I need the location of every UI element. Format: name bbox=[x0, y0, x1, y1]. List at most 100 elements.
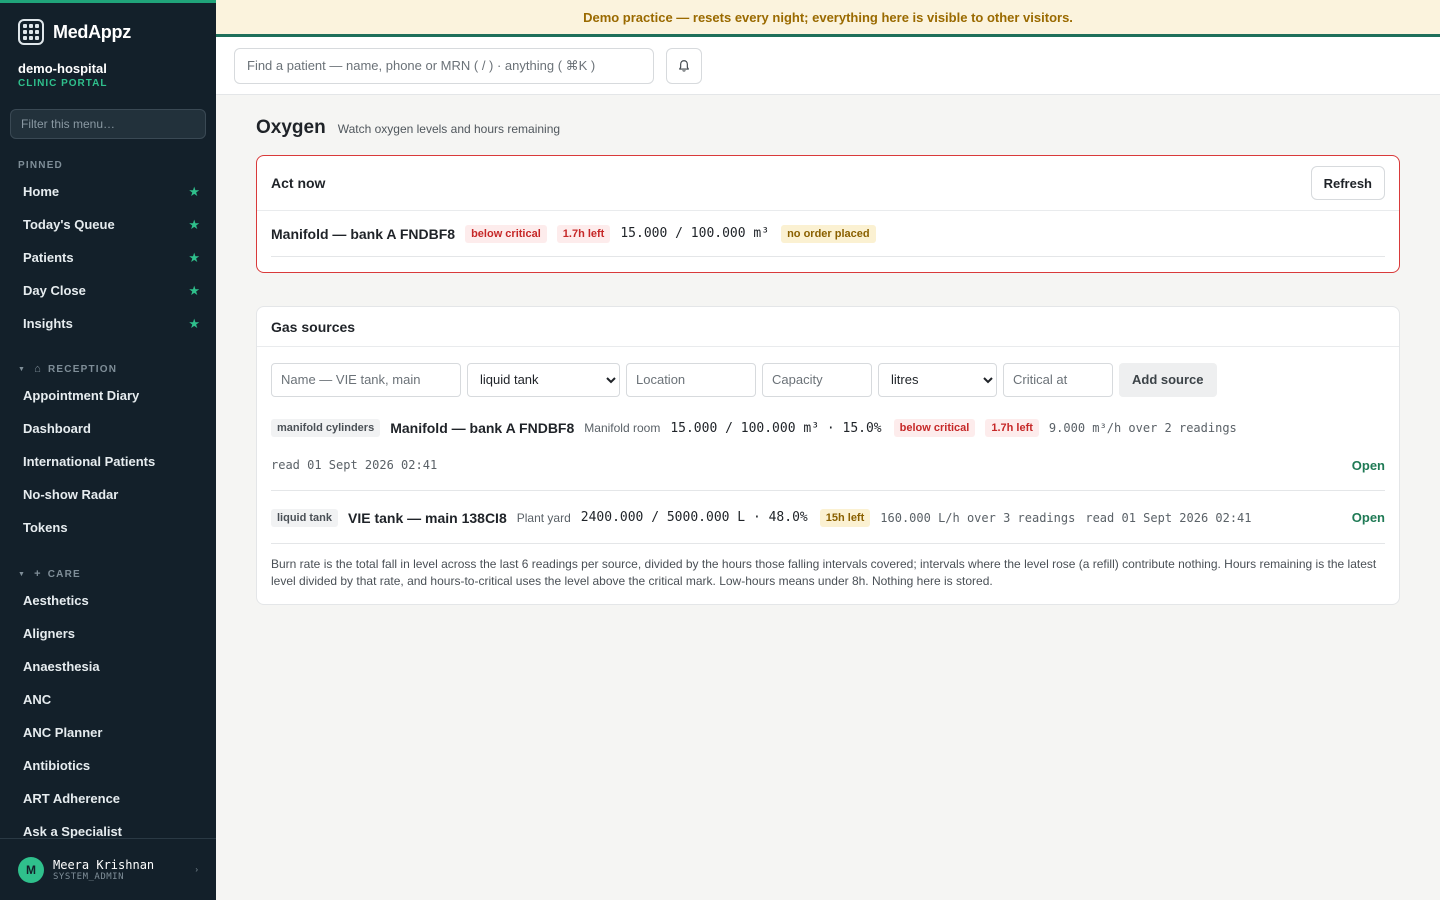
status-badge: below critical bbox=[465, 224, 547, 243]
care-section-toggle[interactable]: ▼ + CARE bbox=[0, 565, 216, 583]
location-input[interactable] bbox=[626, 362, 756, 397]
sidebar-item-anc-planner[interactable]: ANC Planner bbox=[0, 716, 216, 749]
reception-section: ▼ ⌂ RECEPTION Appointment Diary Dashboar… bbox=[0, 360, 216, 544]
app-logo-icon bbox=[18, 19, 44, 45]
care-section-title: CARE bbox=[47, 568, 81, 580]
sidebar-item-insights[interactable]: Insights ★ bbox=[0, 307, 216, 340]
source-name: Manifold — bank A FNDBF8 bbox=[390, 420, 575, 436]
source-row: liquid tank VIE tank — main 138CI8 Plant… bbox=[271, 491, 1385, 544]
unit-select[interactable]: litres bbox=[878, 362, 997, 397]
sidebar-item-anaesthesia[interactable]: Anaesthesia bbox=[0, 650, 216, 683]
notifications-button[interactable] bbox=[666, 47, 702, 84]
sidebar-item-appointment-diary[interactable]: Appointment Diary bbox=[0, 379, 216, 412]
refresh-button[interactable]: Refresh bbox=[1310, 166, 1385, 200]
pinned-section-title: PINNED bbox=[18, 159, 63, 171]
add-source-form: liquid tank litres Add source bbox=[257, 347, 1399, 397]
hours-left-badge: 15h left bbox=[819, 508, 871, 527]
caret-down-icon: ▼ bbox=[18, 570, 27, 578]
sidebar: MedAppz demo-hospital CLINIC PORTAL PINN… bbox=[0, 0, 216, 900]
order-status-badge: no order placed bbox=[781, 224, 876, 243]
add-source-button[interactable]: Add source bbox=[1119, 362, 1217, 397]
open-source-link[interactable]: Open bbox=[1352, 458, 1385, 473]
source-type-select[interactable]: liquid tank bbox=[467, 362, 620, 397]
burn-rate: 9.000 m³/h over 2 readings bbox=[1048, 421, 1237, 435]
star-icon[interactable]: ★ bbox=[188, 184, 200, 200]
sidebar-item-aesthetics[interactable]: Aesthetics bbox=[0, 584, 216, 617]
sidebar-item-label: Aligners bbox=[23, 626, 76, 641]
sidebar-item-day-close[interactable]: Day Close ★ bbox=[0, 274, 216, 307]
menu-filter-input[interactable] bbox=[10, 109, 206, 139]
hours-left-badge: 1.7h left bbox=[556, 224, 611, 243]
page-subtitle: Watch oxygen levels and hours remaining bbox=[337, 122, 561, 136]
sidebar-item-label: Insights bbox=[23, 316, 73, 331]
avatar: M bbox=[18, 856, 44, 883]
gas-sources-header: Gas sources bbox=[257, 307, 1399, 347]
star-icon[interactable]: ★ bbox=[188, 316, 200, 332]
star-icon[interactable]: ★ bbox=[188, 217, 200, 233]
reception-section-toggle[interactable]: ▼ ⌂ RECEPTION bbox=[0, 360, 216, 378]
sidebar-item-label: Ask a Specialist bbox=[23, 824, 122, 839]
source-location: Plant yard bbox=[516, 510, 571, 525]
sidebar-item-international-patients[interactable]: International Patients bbox=[0, 445, 216, 478]
source-row: manifold cylinders Manifold — bank A FND… bbox=[271, 397, 1385, 491]
capacity-input[interactable] bbox=[762, 362, 872, 397]
page-title: Oxygen bbox=[256, 117, 326, 138]
sidebar-item-todays-queue[interactable]: Today's Queue ★ bbox=[0, 208, 216, 241]
sidebar-item-anc[interactable]: ANC bbox=[0, 683, 216, 716]
bell-icon bbox=[679, 59, 689, 72]
burn-rate-note: Burn rate is the total fall in level acr… bbox=[271, 557, 1377, 588]
critical-at-input[interactable] bbox=[1003, 362, 1113, 397]
hours-left-badge: 1.7h left bbox=[985, 419, 1039, 437]
act-now-header: Act now Refresh bbox=[257, 156, 1399, 211]
source-type-badge: liquid tank bbox=[271, 508, 338, 527]
demo-banner-text: Demo practice — resets every night; ever… bbox=[583, 9, 1073, 25]
page-header: Oxygen Watch oxygen levels and hours rem… bbox=[256, 117, 1400, 139]
alert-source-name: Manifold — bank A FNDBF8 bbox=[271, 225, 456, 242]
star-icon[interactable]: ★ bbox=[188, 283, 200, 299]
sidebar-item-label: Antibiotics bbox=[23, 758, 91, 773]
sidebar-item-label: Day Close bbox=[23, 283, 86, 298]
brand-name: MedAppz bbox=[53, 21, 131, 42]
sidebar-item-label: ANC bbox=[23, 692, 52, 707]
alert-level: 15.000 / 100.000 m³ bbox=[620, 226, 770, 241]
gas-sources-title: Gas sources bbox=[271, 318, 356, 335]
user-menu[interactable]: M Meera Krishnan SYSTEM_ADMIN › bbox=[0, 838, 216, 900]
sidebar-item-dashboard[interactable]: Dashboard bbox=[0, 412, 216, 445]
caret-down-icon: ▼ bbox=[18, 365, 27, 373]
main-content: Oxygen Watch oxygen levels and hours rem… bbox=[256, 95, 1400, 605]
plus-icon: + bbox=[34, 568, 42, 580]
star-icon[interactable]: ★ bbox=[188, 250, 200, 266]
sidebar-item-aligners[interactable]: Aligners bbox=[0, 617, 216, 650]
sidebar-item-tokens[interactable]: Tokens bbox=[0, 511, 216, 544]
sidebar-item-label: Dashboard bbox=[23, 421, 91, 436]
sidebar-item-patients[interactable]: Patients ★ bbox=[0, 241, 216, 274]
sidebar-item-antibiotics[interactable]: Antibiotics bbox=[0, 749, 216, 782]
sidebar-item-label: Tokens bbox=[23, 520, 68, 535]
care-section: ▼ + CARE Aesthetics Aligners Anaesthesia… bbox=[0, 565, 216, 848]
sidebar-item-no-show-radar[interactable]: No-show Radar bbox=[0, 478, 216, 511]
brand[interactable]: MedAppz bbox=[0, 3, 216, 61]
act-now-title: Act now bbox=[271, 175, 326, 191]
sidebar-item-home[interactable]: Home ★ bbox=[0, 175, 216, 208]
sidebar-item-art-adherence[interactable]: ART Adherence bbox=[0, 782, 216, 815]
source-name-input[interactable] bbox=[271, 362, 461, 397]
source-location: Manifold room bbox=[584, 421, 661, 435]
demo-banner: Demo practice — resets every night; ever… bbox=[216, 0, 1440, 37]
home-icon: ⌂ bbox=[34, 363, 42, 375]
user-name: Meera Krishnan bbox=[53, 857, 155, 872]
last-read: read 01 Sept 2026 02:41 bbox=[271, 458, 438, 472]
sidebar-item-label: Aesthetics bbox=[23, 593, 89, 608]
org-subtitle: CLINIC PORTAL bbox=[18, 78, 108, 89]
last-read: read 01 Sept 2026 02:41 bbox=[1085, 510, 1252, 525]
patient-search-input[interactable] bbox=[234, 47, 654, 84]
topbar bbox=[216, 37, 1440, 95]
org-info: demo-hospital CLINIC PORTAL bbox=[0, 61, 216, 89]
sidebar-item-label: Home bbox=[23, 184, 60, 199]
open-source-link[interactable]: Open bbox=[1352, 510, 1385, 525]
gas-sources-card: Gas sources liquid tank litres Add sourc… bbox=[256, 306, 1400, 605]
alert-row: Manifold — bank A FNDBF8 below critical … bbox=[271, 211, 1385, 257]
sidebar-item-label: International Patients bbox=[23, 454, 156, 469]
sidebar-item-label: Anaesthesia bbox=[23, 659, 100, 674]
sidebar-item-label: Today's Queue bbox=[23, 217, 115, 232]
sidebar-item-label: Patients bbox=[23, 250, 74, 265]
